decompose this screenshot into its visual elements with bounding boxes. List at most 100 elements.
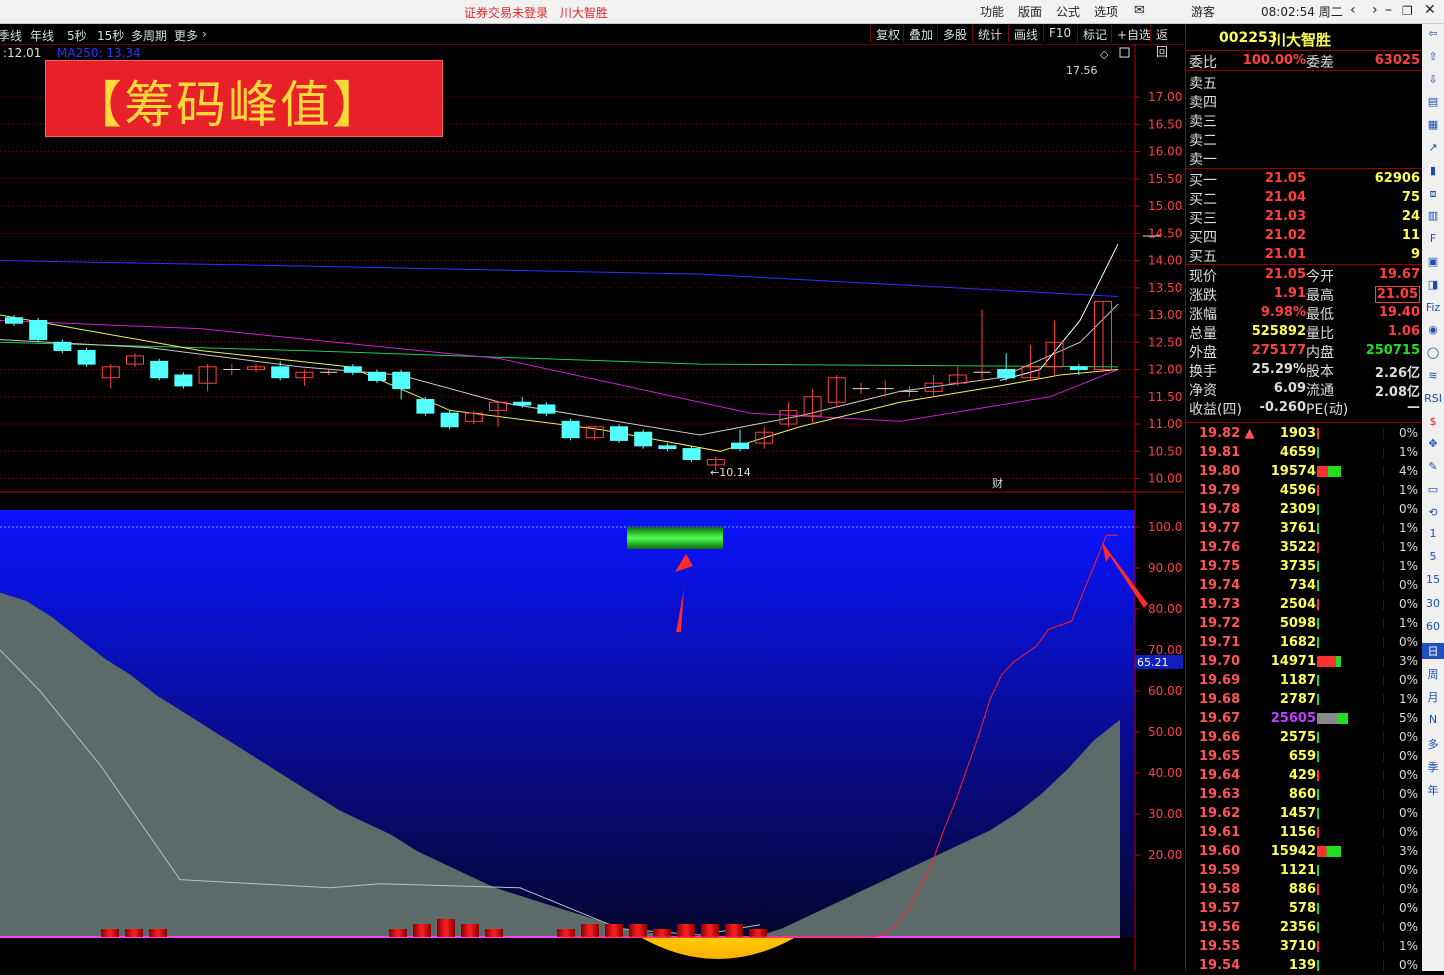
back-icon[interactable]: ⇦ — [1422, 27, 1444, 40]
rsi-icon[interactable]: RSI — [1422, 392, 1444, 405]
bar-chart-icon[interactable]: ▮ — [1422, 164, 1444, 177]
volume-profile-row[interactable]: 19.82 ▲ 1903 0% — [1186, 424, 1423, 443]
volume-profile-row[interactable]: 19.71 1682 0% — [1186, 633, 1423, 652]
side-period-5[interactable]: 60 — [1422, 620, 1444, 633]
side-period-12[interactable]: 年 — [1422, 782, 1444, 798]
volume-profile-row[interactable]: 19.80 19574 4% — [1186, 462, 1423, 481]
volume-profile-row[interactable]: 19.72 5098 1% — [1186, 614, 1423, 633]
globe-icon[interactable]: ◉ — [1422, 323, 1444, 336]
level-bar-track — [1317, 770, 1384, 781]
menu-options[interactable]: 选项 — [1094, 3, 1118, 20]
volume-profile-row[interactable]: 19.62 1457 0% — [1186, 804, 1423, 823]
volume-profile-row[interactable]: 19.65 659 0% — [1186, 747, 1423, 766]
volume-profile-row[interactable]: 19.55 3710 1% — [1186, 937, 1423, 956]
doc-icon[interactable]: ▣ — [1422, 255, 1444, 268]
volume-profile-row[interactable]: 19.70 14971 3% — [1186, 652, 1423, 671]
side-period-11[interactable]: 季 — [1422, 759, 1444, 775]
candle-icon[interactable]: ⧈ — [1422, 187, 1444, 201]
f10-icon[interactable]: F — [1422, 232, 1444, 245]
side-period-3[interactable]: 15 — [1422, 573, 1444, 586]
volume-profile-row[interactable]: 19.68 2787 1% — [1186, 690, 1423, 709]
side-period-9[interactable]: N — [1422, 713, 1444, 726]
side-period-4[interactable]: 30 — [1422, 597, 1444, 610]
expand-icon[interactable] — [1119, 47, 1130, 58]
side-period-1[interactable]: 1 — [1422, 527, 1444, 540]
btn-fuquan[interactable]: 复权 — [870, 25, 905, 42]
volume-profile-row[interactable]: 19.60 15942 3% — [1186, 842, 1423, 861]
flag2-icon[interactable]: ▭ — [1422, 483, 1444, 496]
up-icon[interactable]: ⇧ — [1422, 50, 1444, 63]
period-15s[interactable]: 15秒 — [97, 27, 124, 44]
btn-stats[interactable]: 统计 — [972, 25, 1007, 42]
menu-layout[interactable]: 版面 — [1018, 3, 1042, 20]
period-season[interactable]: 季线 — [0, 27, 22, 44]
period-multi[interactable]: 多周期 — [131, 27, 167, 44]
table-icon[interactable]: ▦ — [1422, 118, 1444, 131]
menu-formula[interactable]: 公式 — [1056, 3, 1080, 20]
side-period-7[interactable]: 周 — [1422, 666, 1444, 682]
btn-mark[interactable]: 标记 — [1077, 25, 1112, 42]
close-icon[interactable]: ✕ — [1424, 2, 1436, 18]
volume-profile-row[interactable]: 19.69 1187 0% — [1186, 671, 1423, 690]
btn-return[interactable]: 返回 — [1150, 25, 1184, 59]
level-bar-track — [1317, 732, 1384, 743]
volume-profile-row[interactable]: 19.59 1121 0% — [1186, 861, 1423, 880]
forward-arrow-icon[interactable]: › — [1372, 2, 1378, 18]
volume-profile-row[interactable]: 19.74 734 0% — [1186, 576, 1423, 595]
down-icon[interactable]: ⇩ — [1422, 73, 1444, 86]
divider — [1186, 70, 1423, 71]
pen-icon[interactable]: ✎ — [1422, 460, 1444, 473]
level-price: 19.62 — [1199, 806, 1241, 821]
osc-tick-label: 50.00 — [1148, 725, 1182, 739]
refresh-icon[interactable]: ⟲ — [1422, 506, 1444, 519]
flag-icon[interactable]: ◨ — [1422, 278, 1444, 291]
volume-profile-row[interactable]: 19.64 429 0% — [1186, 766, 1423, 785]
restore-icon[interactable]: ❐ — [1402, 4, 1413, 18]
btn-multi-stock[interactable]: 多股 — [937, 25, 972, 42]
btn-draw[interactable]: 画线 — [1008, 25, 1043, 42]
circle-icon[interactable]: ◯ — [1422, 346, 1444, 359]
period-more[interactable]: 更多 — [174, 27, 198, 44]
finance-marker[interactable]: 财 — [992, 476, 1003, 490]
volume-profile-row[interactable]: 19.75 3735 1% — [1186, 557, 1423, 576]
minimize-icon[interactable]: – — [1385, 2, 1392, 18]
volume-profile-row[interactable]: 19.67 25605 5% — [1186, 709, 1423, 728]
menu-function[interactable]: 功能 — [980, 3, 1004, 20]
volume-profile-row[interactable]: 19.63 860 0% — [1186, 785, 1423, 804]
volume-profile-row[interactable]: 19.81 4659 1% — [1186, 443, 1423, 462]
login-status: 证券交易未登录 — [464, 6, 549, 20]
volume-profile-row[interactable]: 19.76 3522 1% — [1186, 538, 1423, 557]
diamond-icon[interactable]: ◇ — [1100, 48, 1109, 61]
line-chart-icon[interactable]: ↗ — [1422, 141, 1444, 154]
period-year[interactable]: 年线 — [30, 27, 54, 44]
chip-indicator-chart[interactable]: 100.0 90.00 80.00 70.00 60.00 50.00 40.00 30.00… — [0, 494, 1184, 971]
money-icon[interactable]: $ — [1422, 415, 1444, 428]
volume-profile-row[interactable]: 19.77 3761 1% — [1186, 519, 1423, 538]
volume-profile-row[interactable]: 19.79 4596 1% — [1186, 481, 1423, 500]
volume-profile-row[interactable]: 19.57 578 0% — [1186, 899, 1423, 918]
move-icon[interactable]: ✥ — [1422, 437, 1444, 450]
volume-profile-row[interactable]: 19.73 2504 0% — [1186, 595, 1423, 614]
side-period-8[interactable]: 月 — [1422, 689, 1444, 705]
volume-profile-row[interactable]: 19.78 2309 0% — [1186, 500, 1423, 519]
period-5s[interactable]: 5秒 — [67, 27, 87, 44]
volume-profile-row[interactable]: 19.61 1156 0% — [1186, 823, 1423, 842]
list-icon[interactable]: ▤ — [1422, 95, 1444, 108]
volume-profile-row[interactable]: 19.56 2356 0% — [1186, 918, 1423, 937]
chevron-right-icon[interactable]: › — [202, 27, 207, 41]
side-period-10[interactable]: 多 — [1422, 736, 1444, 752]
back-arrow-icon[interactable]: ‹ — [1350, 2, 1356, 18]
btn-f10[interactable]: F10 — [1043, 25, 1076, 42]
side-period-2[interactable]: 5 — [1422, 550, 1444, 563]
indicator-panel[interactable]: 100.0 90.00 80.00 70.00 60.00 50.00 40.00 30.00… — [0, 494, 1184, 971]
volume-profile-row[interactable]: 19.58 886 0% — [1186, 880, 1423, 899]
mail-icon[interactable]: ✉ — [1134, 3, 1145, 18]
side-period-6[interactable]: 日 — [1422, 643, 1444, 659]
volume-profile-row[interactable]: 19.66 2575 0% — [1186, 728, 1423, 747]
ma-icon[interactable]: ≋ — [1422, 369, 1444, 382]
page-icon[interactable]: ▥ — [1422, 209, 1444, 222]
btn-overlay[interactable]: 叠加 — [903, 25, 938, 42]
volume-profile-row[interactable]: 19.54 139 0% — [1186, 956, 1423, 975]
fiz-icon[interactable]: Fiz — [1422, 301, 1444, 314]
level-percent: 3% — [1398, 654, 1418, 668]
